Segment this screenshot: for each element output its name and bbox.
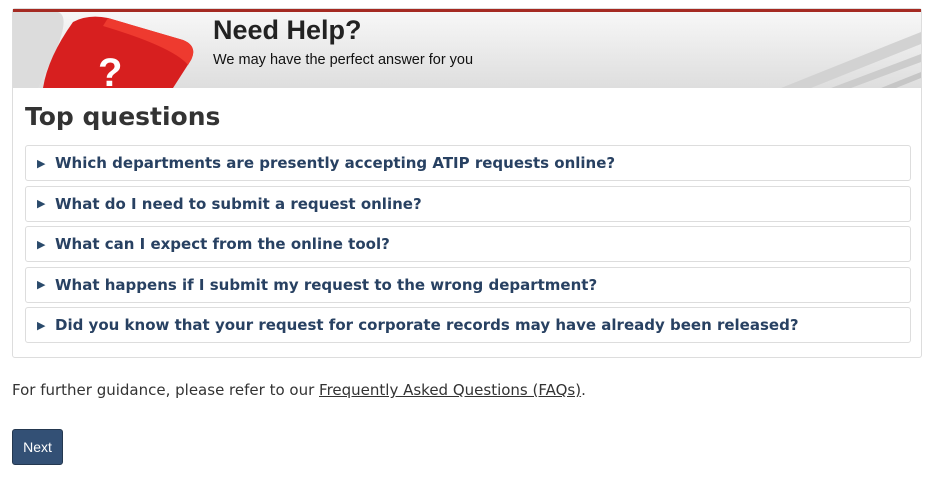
guidance-text: For further guidance, please refer to ou… (12, 381, 586, 399)
svg-text:?: ? (98, 51, 122, 88)
banner-subtitle: We may have the perfect answer for you (213, 52, 474, 68)
question-key-icon: ? (13, 12, 194, 88)
help-banner: ? Need Help? We may have the perfect ans… (13, 9, 921, 88)
question-item[interactable]: ▶ Which departments are presently accept… (25, 145, 911, 181)
expand-arrow-icon: ▶ (37, 156, 46, 170)
next-button[interactable]: Next (12, 429, 63, 465)
faq-link[interactable]: Frequently Asked Questions (FAQs) (319, 381, 581, 399)
question-label: What can I expect from the online tool? (55, 235, 390, 253)
questions-list: ▶ Which departments are presently accept… (25, 145, 911, 348)
question-item[interactable]: ▶ What happens if I submit my request to… (25, 266, 911, 303)
question-label: What do I need to submit a request onlin… (55, 194, 422, 213)
question-item[interactable]: ▶ What can I expect from the online tool… (25, 226, 911, 262)
banner-title: Need Help? (213, 15, 362, 45)
section-title: Top questions (25, 102, 221, 131)
question-item[interactable]: ▶ Did you know that your request for cor… (25, 307, 911, 343)
question-label: Did you know that your request for corpo… (55, 316, 799, 334)
expand-arrow-icon: ▶ (37, 278, 46, 291)
question-label: What happens if I submit my request to t… (55, 275, 598, 294)
question-item[interactable]: ▶ What do I need to submit a request onl… (25, 185, 911, 222)
help-panel: ? Need Help? We may have the perfect ans… (12, 8, 922, 358)
guidance-prefix: For further guidance, please refer to ou… (12, 381, 320, 399)
guidance-suffix: . (581, 381, 586, 399)
expand-arrow-icon: ▶ (37, 318, 46, 332)
expand-arrow-icon: ▶ (37, 237, 46, 251)
banner-stripes (781, 32, 921, 88)
question-label: Which departments are presently acceptin… (55, 154, 616, 172)
expand-arrow-icon: ▶ (37, 197, 46, 210)
